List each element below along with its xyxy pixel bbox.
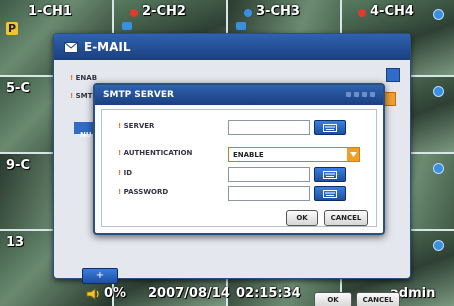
smtp-cancel-button[interactable]: CANCEL	[324, 210, 368, 226]
status-indicator-icon	[244, 9, 252, 17]
enable-dropdown-arrow-icon[interactable]	[386, 68, 400, 82]
password-input[interactable]	[228, 186, 310, 201]
id-input[interactable]	[228, 167, 310, 182]
authentication-value: ENABLE	[233, 150, 264, 159]
id-label: ID	[118, 169, 132, 177]
server-input[interactable]	[228, 120, 310, 135]
channel-label: 13	[6, 235, 25, 250]
status-indicator-icon	[433, 163, 444, 174]
channel-label: 3-CH3	[256, 4, 300, 19]
enable-label: ENAB	[70, 74, 97, 82]
smtp-dialog-body: SERVER AUTHENTICATION ENABLE ID	[101, 109, 377, 227]
smtp-dialog-title: SMTP SERVER	[103, 90, 174, 100]
mail-icon	[64, 41, 78, 53]
channel-label: 5-C	[6, 81, 30, 96]
channel-label: 2-CH2	[142, 4, 186, 19]
smtp-server-dialog: SMTP SERVER SERVER AUTHENTICATION ENABLE	[93, 83, 385, 235]
table-header-number: NU	[80, 131, 92, 139]
keyboard-icon	[323, 123, 337, 132]
server-keyboard-button[interactable]	[314, 120, 346, 135]
smtp-dialog-titlebar: SMTP SERVER	[95, 85, 383, 105]
status-indicator-icon	[433, 86, 444, 97]
channel-label: 9-C	[6, 158, 30, 173]
camera-icon	[122, 22, 132, 30]
ptz-badge: P	[6, 22, 19, 35]
status-indicator-icon	[433, 9, 444, 20]
speaker-icon[interactable]	[86, 288, 100, 300]
keyboard-icon	[323, 170, 337, 179]
record-indicator-icon	[358, 9, 366, 17]
add-recipient-button[interactable]: +	[82, 268, 118, 284]
channel-label: 1-CH1	[28, 4, 72, 19]
email-dialog-title: E-MAIL	[84, 40, 131, 54]
status-time: 02:15:34	[236, 286, 301, 301]
channel-label: 4-CH4	[370, 4, 414, 19]
password-keyboard-button[interactable]	[314, 186, 346, 201]
password-label: PASSWORD	[118, 188, 169, 196]
status-indicator-icon	[433, 240, 444, 251]
record-indicator-icon	[130, 9, 138, 17]
titlebar-decoration	[346, 92, 375, 97]
camera-icon	[236, 22, 246, 30]
dropdown-arrow-icon	[347, 148, 359, 161]
email-ok-button[interactable]: OK	[314, 292, 352, 306]
dvr-screen: 1-CH1 P 2-CH2 3-CH3 4-CH4 5-C 9-C 13 0% …	[0, 0, 454, 306]
keyboard-icon	[323, 189, 337, 198]
server-label: SERVER	[118, 122, 155, 130]
volume-level: 0%	[104, 286, 127, 301]
email-cancel-button[interactable]: CANCEL	[356, 292, 400, 306]
smtp-label: SMTI	[70, 92, 95, 100]
email-dialog-titlebar: E-MAIL	[54, 34, 410, 60]
authentication-label: AUTHENTICATION	[118, 149, 193, 157]
id-keyboard-button[interactable]	[314, 167, 346, 182]
status-date: 2007/08/14	[148, 286, 230, 301]
smtp-ok-button[interactable]: OK	[286, 210, 318, 226]
authentication-select[interactable]: ENABLE	[228, 147, 360, 162]
